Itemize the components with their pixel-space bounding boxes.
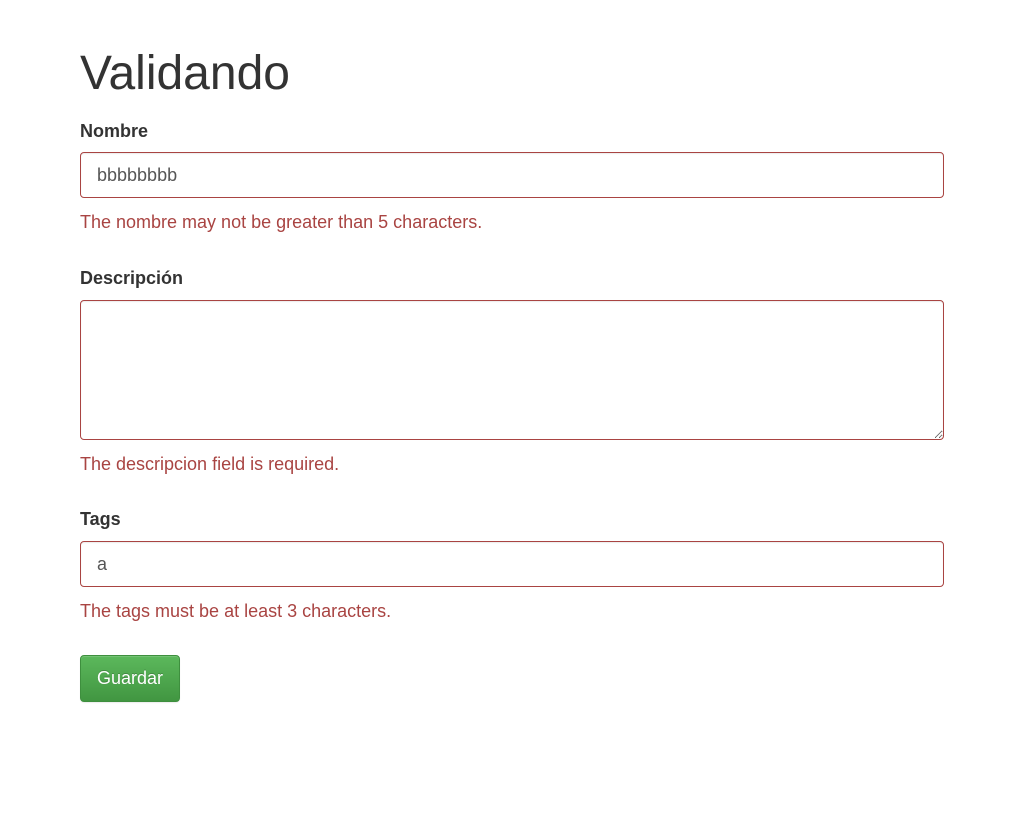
nombre-error-message: The nombre may not be greater than 5 cha…	[80, 210, 944, 236]
form-container: Validando Nombre The nombre may not be g…	[0, 0, 1024, 722]
descripcion-input[interactable]	[80, 300, 944, 440]
submit-button[interactable]: Guardar	[80, 655, 180, 703]
tags-label: Tags	[80, 507, 121, 533]
nombre-form-group: Nombre The nombre may not be greater tha…	[80, 119, 944, 236]
descripcion-form-group: Descripción The descripcion field is req…	[80, 266, 944, 477]
tags-input[interactable]	[80, 541, 944, 587]
descripcion-label: Descripción	[80, 266, 183, 292]
tags-form-group: Tags The tags must be at least 3 charact…	[80, 507, 944, 624]
descripcion-error-message: The descripcion field is required.	[80, 452, 944, 478]
nombre-label: Nombre	[80, 119, 148, 145]
nombre-input[interactable]	[80, 152, 944, 198]
page-title: Validando	[80, 40, 944, 109]
tags-error-message: The tags must be at least 3 characters.	[80, 599, 944, 625]
